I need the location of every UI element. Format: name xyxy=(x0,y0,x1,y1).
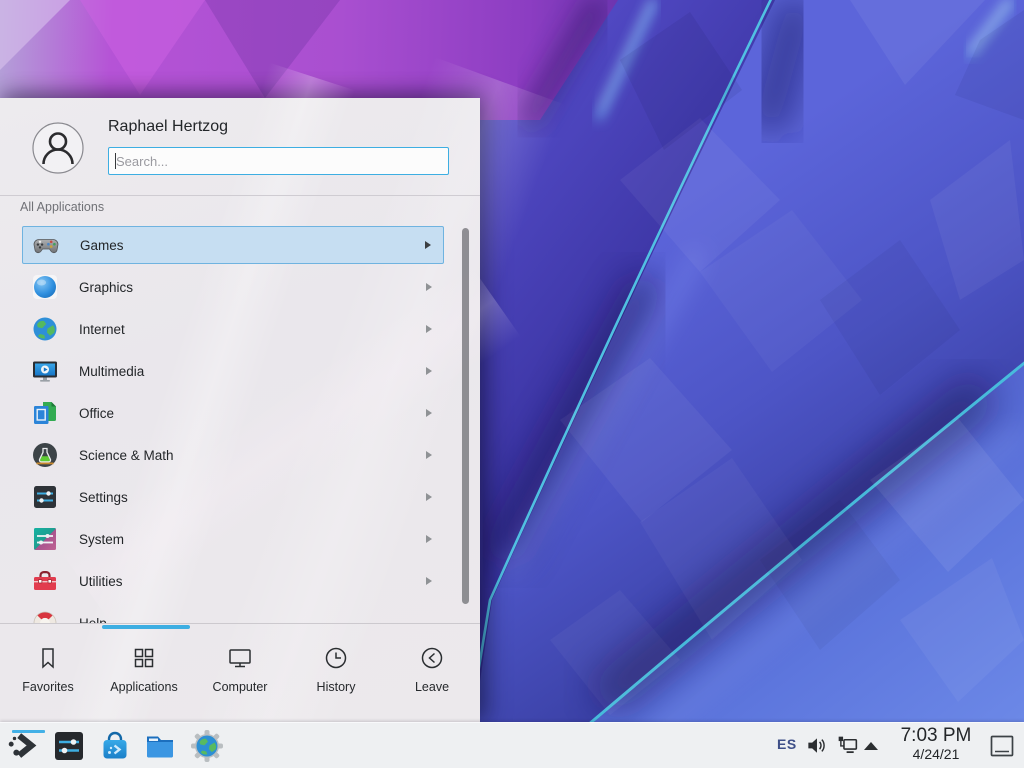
file-manager-button[interactable] xyxy=(142,728,178,766)
text-caret xyxy=(115,153,116,169)
flask-icon xyxy=(31,441,59,469)
bookmark-icon xyxy=(35,645,61,671)
lifebuoy-icon xyxy=(31,609,59,623)
taskbar: ES 7:03 PM 4/24/21 xyxy=(0,722,1024,768)
expand-tray-icon[interactable] xyxy=(862,738,880,752)
category-label: Internet xyxy=(79,322,125,337)
tab-bar: Favorites Applications Computer History … xyxy=(0,624,480,722)
globe-icon xyxy=(31,315,59,343)
toolbox-icon xyxy=(31,567,59,595)
tab-leave[interactable]: Leave xyxy=(384,624,480,722)
tab-history[interactable]: History xyxy=(288,624,384,722)
user-avatar[interactable] xyxy=(32,122,84,174)
network-icon[interactable] xyxy=(836,734,859,757)
tab-label: Applications xyxy=(110,680,177,694)
user-name: Raphael Hertzog xyxy=(108,118,228,136)
search-input[interactable] xyxy=(108,147,449,175)
leave-icon xyxy=(419,645,445,671)
tab-favorites[interactable]: Favorites xyxy=(0,624,96,722)
scrollbar-thumb[interactable] xyxy=(462,228,469,604)
category-row[interactable]: Games xyxy=(0,224,480,266)
system-settings-button[interactable] xyxy=(51,728,87,766)
folder-icon xyxy=(142,729,178,763)
tab-computer[interactable]: Computer xyxy=(192,624,288,722)
tab-applications[interactable]: Applications xyxy=(96,624,192,722)
chevron-right-icon xyxy=(426,325,432,333)
category-label: Utilities xyxy=(79,574,123,589)
keyboard-layout-indicator[interactable]: ES xyxy=(777,736,797,752)
volume-icon[interactable] xyxy=(805,734,828,757)
category-row[interactable]: Office xyxy=(0,392,480,434)
application-launcher-button[interactable] xyxy=(5,728,41,766)
active-task-indicator xyxy=(12,730,45,733)
sliders-icon xyxy=(31,483,59,511)
chevron-right-icon xyxy=(425,241,431,249)
media-screen-icon xyxy=(31,357,59,385)
tab-label: Leave xyxy=(415,680,449,694)
category-label: System xyxy=(79,532,124,547)
chevron-right-icon xyxy=(426,283,432,291)
discover-button[interactable] xyxy=(97,728,133,766)
tab-label: Favorites xyxy=(22,680,73,694)
tab-label: Computer xyxy=(213,680,268,694)
clock-time: 7:03 PM xyxy=(893,725,979,746)
chevron-right-icon xyxy=(426,409,432,417)
app-grid-icon xyxy=(131,645,157,671)
web-browser-button[interactable] xyxy=(189,728,225,766)
computer-icon xyxy=(227,645,253,671)
globe-gear-icon xyxy=(189,729,225,763)
category-list: Games Graphics Internet Multimedia Offic… xyxy=(0,224,480,623)
category-row[interactable]: Internet xyxy=(0,308,480,350)
discover-bag-icon xyxy=(97,729,133,763)
section-label: All Applications xyxy=(20,200,104,214)
gamepad-icon xyxy=(32,231,60,259)
category-row[interactable]: System xyxy=(0,518,480,560)
paint-sphere-icon xyxy=(31,273,59,301)
category-row[interactable]: Settings xyxy=(0,476,480,518)
chevron-right-icon xyxy=(426,535,432,543)
system-sliders-icon xyxy=(31,525,59,553)
category-row[interactable]: Graphics xyxy=(0,266,480,308)
category-label: Science & Math xyxy=(79,448,174,463)
chevron-right-icon xyxy=(426,577,432,585)
digital-clock[interactable]: 7:03 PM 4/24/21 xyxy=(893,725,979,762)
category-row[interactable]: Science & Math xyxy=(0,434,480,476)
category-label: Office xyxy=(79,406,114,421)
kickoff-icon xyxy=(5,729,41,763)
category-label: Games xyxy=(80,238,124,253)
chevron-right-icon xyxy=(426,367,432,375)
tab-label: History xyxy=(317,680,356,694)
category-row[interactable]: Help xyxy=(0,602,480,623)
category-label: Multimedia xyxy=(79,364,144,379)
desktop: Raphael Hertzog All Applications Games G… xyxy=(0,0,1024,768)
chevron-right-icon xyxy=(426,451,432,459)
application-launcher-panel: Raphael Hertzog All Applications Games G… xyxy=(0,98,480,722)
category-label: Help xyxy=(79,616,107,624)
header-divider xyxy=(0,195,480,196)
history-clock-icon xyxy=(323,645,349,671)
chevron-right-icon xyxy=(426,493,432,501)
category-row[interactable]: Multimedia xyxy=(0,350,480,392)
category-label: Graphics xyxy=(79,280,133,295)
clock-date: 4/24/21 xyxy=(893,746,979,762)
category-label: Settings xyxy=(79,490,128,505)
show-desktop-button[interactable] xyxy=(988,732,1016,760)
system-settings-icon xyxy=(51,729,87,763)
documents-icon xyxy=(31,399,59,427)
category-row[interactable]: Utilities xyxy=(0,560,480,602)
